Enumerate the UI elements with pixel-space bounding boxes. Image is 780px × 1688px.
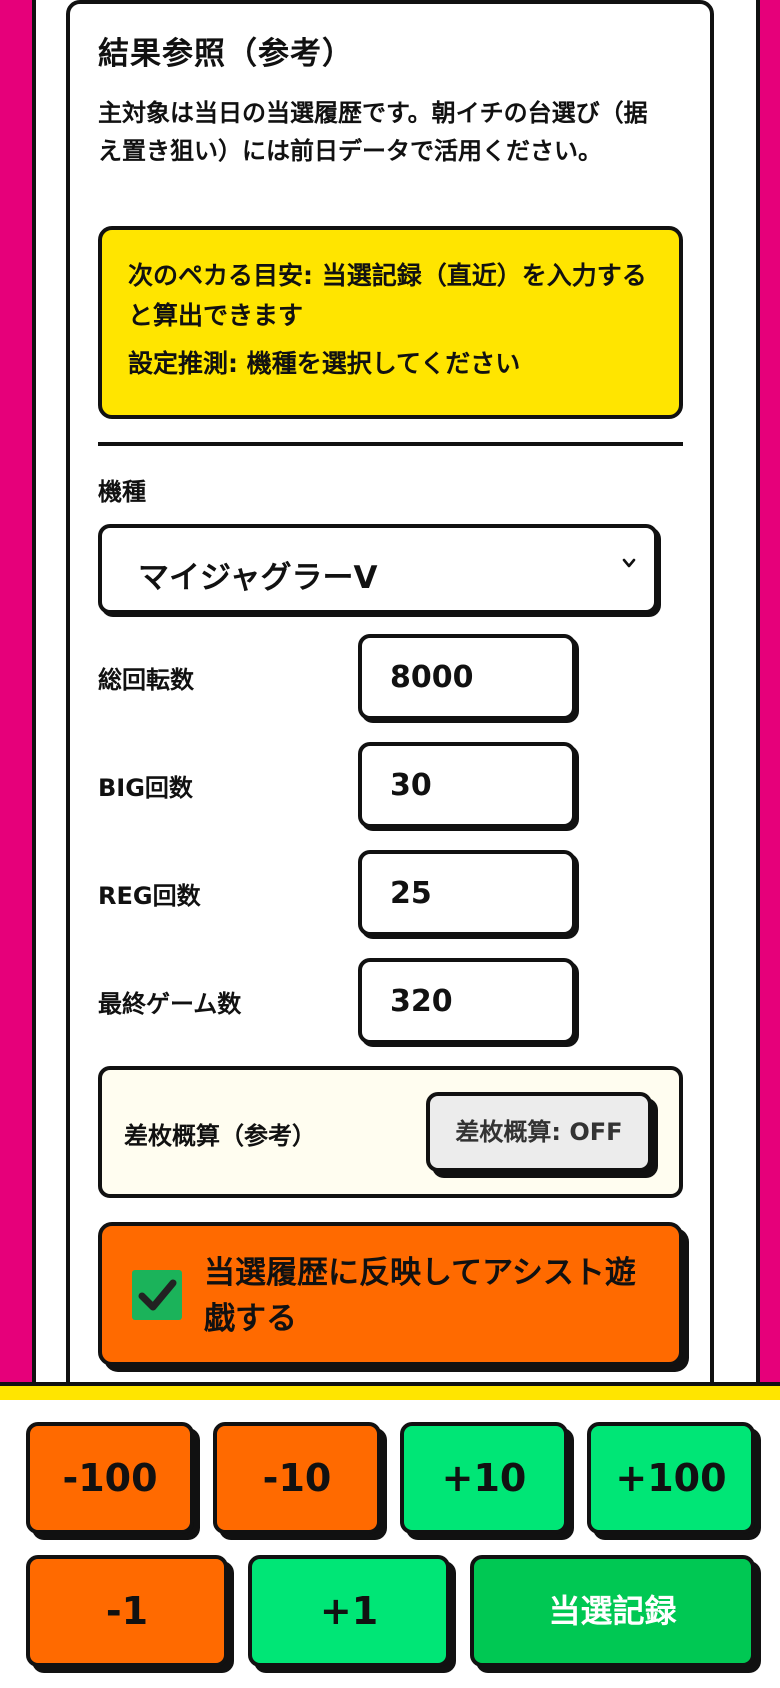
card-title: 結果参照（参考） — [98, 36, 354, 72]
card-description: 主対象は当日の当選履歴です。朝イチの台選び（据え置き狙い）には前日データで活用く… — [98, 99, 648, 165]
chevron-down-icon — [622, 558, 636, 568]
big-count-value: 30 — [390, 768, 432, 803]
assist-checkbox[interactable] — [132, 1270, 182, 1320]
diff-estimate-label: 差枚概算（参考） — [124, 1122, 316, 1150]
plus-10-button[interactable]: +10 — [400, 1422, 568, 1534]
minus-100-button[interactable]: -100 — [26, 1422, 194, 1534]
minus-1-button[interactable]: -1 — [26, 1555, 228, 1667]
big-count-input[interactable]: 30 — [358, 742, 576, 828]
minus-10-button[interactable]: -10 — [213, 1422, 381, 1534]
machine-select-value: マイジャグラーV — [138, 560, 378, 596]
keypad-panel: -100 -10 +10 +100 -1 +1 当選記録 — [0, 1400, 780, 1688]
reg-count-label: REG回数 — [98, 882, 201, 910]
record-win-button[interactable]: 当選記録 — [470, 1555, 755, 1667]
checkmark-icon — [138, 1279, 177, 1311]
last-games-label: 最終ゲーム数 — [98, 990, 242, 1018]
machine-label: 機種 — [98, 478, 146, 506]
last-games-input[interactable]: 320 — [358, 958, 576, 1044]
total-spins-label: 総回転数 — [98, 666, 194, 694]
plus-1-button[interactable]: +1 — [248, 1555, 450, 1667]
total-spins-value: 8000 — [390, 660, 474, 695]
notice-box: 次のペカる目安: 当選記録（直近）を入力すると算出できます 設定推測: 機種を選… — [98, 226, 683, 419]
diff-estimate-toggle-button[interactable]: 差枚概算: OFF — [426, 1092, 652, 1172]
total-spins-input[interactable]: 8000 — [358, 634, 576, 720]
notice-setting-guess: 設定推測: 機種を選択してください — [128, 349, 521, 378]
assist-play-option[interactable]: 当選履歴に反映してアシスト遊戯する — [98, 1222, 683, 1366]
last-games-value: 320 — [390, 984, 453, 1019]
notice-next-peka: 次のペカる目安: 当選記録（直近）を入力すると算出できます — [128, 261, 647, 330]
machine-select[interactable]: マイジャグラーV — [98, 524, 658, 614]
reg-count-value: 25 — [390, 876, 432, 911]
plus-100-button[interactable]: +100 — [587, 1422, 755, 1534]
section-divider — [98, 442, 683, 446]
big-count-label: BIG回数 — [98, 774, 193, 802]
diff-estimate-box: 差枚概算（参考） 差枚概算: OFF — [98, 1066, 683, 1198]
reg-count-input[interactable]: 25 — [358, 850, 576, 936]
assist-label: 当選履歴に反映してアシスト遊戯する — [204, 1255, 636, 1337]
